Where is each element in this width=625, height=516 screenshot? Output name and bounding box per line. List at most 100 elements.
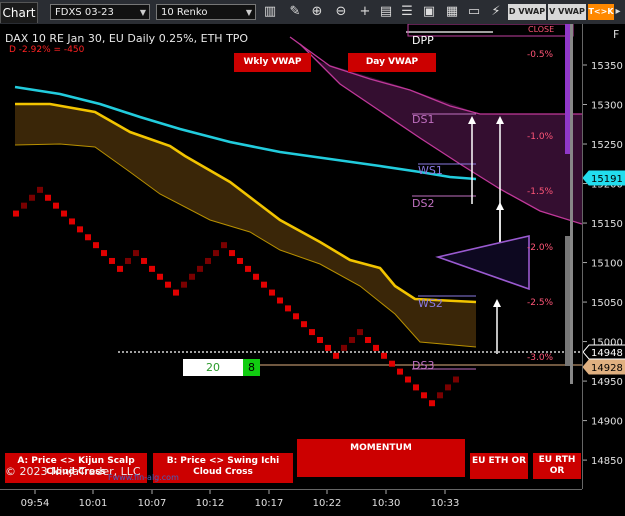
time-axis[interactable]: 09:54 10:01 10:07 10:12 10:17 10:22 10:30 10:33 bbox=[0, 489, 582, 512]
instrument-label: FDXS 03-23 bbox=[55, 7, 114, 18]
add-indicator-icon[interactable]: + bbox=[357, 4, 373, 20]
price-tick-label: 15300 bbox=[591, 101, 623, 112]
low-price-badge-text: 14928 bbox=[591, 363, 623, 374]
renko-brick bbox=[421, 392, 427, 399]
renko-brick bbox=[269, 289, 275, 296]
pivot-label-ds1: DS1 bbox=[412, 113, 435, 126]
price-panel[interactable]: -0.5% -1.0% -1.5% -2.0% -2.5% -3.0% DAX 10 RE… bbox=[0, 23, 583, 489]
renko-brick bbox=[277, 297, 283, 304]
renko-brick bbox=[341, 344, 347, 351]
time-tick-label: 10:12 bbox=[196, 498, 225, 509]
time-tick-label: 09:54 bbox=[21, 498, 50, 509]
renko-brick bbox=[53, 202, 59, 209]
renko-brick bbox=[173, 289, 179, 296]
renko-brick bbox=[325, 344, 331, 351]
time-tick-label: 10:07 bbox=[138, 498, 167, 509]
renko-brick bbox=[293, 313, 299, 320]
price-tick-label: 15050 bbox=[591, 298, 623, 309]
eu-rth-or-button[interactable]: EU RTH OR bbox=[533, 453, 581, 479]
renko-brick bbox=[189, 273, 195, 280]
renko-brick bbox=[229, 250, 235, 257]
renko-brick bbox=[109, 257, 115, 264]
percent-level-label: -0.5% bbox=[527, 50, 554, 60]
time-tick-label: 10:30 bbox=[372, 498, 401, 509]
renko-brick bbox=[445, 384, 451, 391]
renko-brick bbox=[317, 336, 323, 343]
layout-icon[interactable]: ▦ bbox=[444, 4, 460, 20]
renko-brick bbox=[141, 257, 147, 264]
window-linking-icon[interactable]: ▭ bbox=[466, 4, 482, 20]
renko-brick bbox=[261, 281, 267, 288]
daily-change: D -2.92% = -450 bbox=[9, 45, 85, 55]
time-tick-label: 10:33 bbox=[431, 498, 460, 509]
zoom-out-icon[interactable]: ⊖ bbox=[333, 4, 349, 20]
renko-brick bbox=[77, 226, 83, 233]
chart-tab[interactable]: Chart bbox=[0, 2, 38, 23]
bar-chart-icon[interactable]: ▥ bbox=[262, 4, 278, 20]
price-tick-label: 14850 bbox=[591, 456, 623, 467]
renko-brick bbox=[69, 218, 75, 225]
price-axis[interactable]: 1535015300152501520015150151001505015000… bbox=[582, 24, 625, 507]
flash-icon[interactable]: ⚡ bbox=[488, 4, 504, 20]
weekly-vwap-button[interactable]: Wkly VWAP bbox=[234, 53, 311, 72]
vvwap-button[interactable]: V VWAP bbox=[548, 4, 586, 20]
tk-button[interactable]: T<>K bbox=[588, 4, 614, 20]
chart-canvas: -0.5% -1.0% -1.5% -2.0% -2.5% -3.0% bbox=[13, 23, 583, 407]
eu-eth-or-button[interactable]: EU ETH OR bbox=[470, 453, 528, 479]
more-options-icon[interactable]: ▸ bbox=[612, 4, 624, 20]
renko-brick bbox=[45, 194, 51, 201]
renko-brick bbox=[333, 352, 339, 359]
strategy-icon[interactable]: ▤ bbox=[378, 4, 394, 20]
properties-icon[interactable]: ☰ bbox=[399, 4, 415, 20]
percent-level-label: -2.5% bbox=[527, 298, 554, 308]
signal-arrowhead bbox=[493, 299, 501, 307]
day-vwap-button[interactable]: Day VWAP bbox=[348, 53, 436, 72]
renko-brick bbox=[205, 257, 211, 264]
renko-brick bbox=[429, 400, 435, 407]
bar-type-selector[interactable]: 10 Renko ▼ bbox=[156, 4, 256, 20]
price-tick-label: 15350 bbox=[591, 61, 623, 72]
renko-brick bbox=[37, 186, 43, 193]
renko-brick bbox=[13, 210, 19, 217]
renko-brick bbox=[245, 265, 251, 272]
renko-brick bbox=[93, 242, 99, 249]
momentum-button[interactable]: MOMENTUM bbox=[297, 439, 465, 477]
renko-brick bbox=[301, 321, 307, 328]
renko-brick bbox=[21, 202, 27, 209]
chevron-down-icon: ▼ bbox=[245, 8, 252, 17]
bar-type-label: 10 Renko bbox=[161, 7, 208, 18]
image-icon[interactable]: ▣ bbox=[421, 4, 437, 20]
renko-brick bbox=[85, 234, 91, 241]
renko-brick bbox=[149, 265, 155, 272]
pivot-label-ds3: DS3 bbox=[412, 359, 435, 372]
close-label: CLOSE bbox=[528, 25, 555, 34]
percent-level-label: -2.0% bbox=[527, 243, 554, 253]
renko-brick bbox=[397, 368, 403, 375]
instrument-selector[interactable]: FDXS 03-23 ▼ bbox=[50, 4, 150, 20]
renko-brick bbox=[285, 305, 291, 312]
renko-brick bbox=[309, 329, 315, 336]
renko-brick bbox=[357, 329, 363, 336]
axis-settings-icon: F bbox=[613, 28, 619, 41]
scroll-track bbox=[570, 24, 573, 384]
renko-brick bbox=[389, 360, 395, 367]
vwap-price-badge-text: 15191 bbox=[591, 174, 623, 185]
chart-header: DAX 10 RE Jan 30, EU Daily 0.25%, ETH TP… bbox=[5, 32, 249, 45]
price-tick-label: 14900 bbox=[591, 417, 623, 428]
renko-brick bbox=[61, 210, 67, 217]
renko-brick bbox=[213, 250, 219, 257]
renko-brick bbox=[181, 281, 187, 288]
time-tick-label: 10:22 bbox=[313, 498, 342, 509]
draw-tool-icon[interactable]: ✎ bbox=[287, 4, 303, 20]
renko-brick bbox=[413, 384, 419, 391]
chart-toolbar: Chart FDXS 03-23 ▼ 10 Renko ▼ ▥ ✎ ⊕ ⊖ + … bbox=[0, 0, 625, 25]
dvwap-button[interactable]: D VWAP bbox=[508, 4, 546, 20]
renko-brick bbox=[381, 352, 387, 359]
renko-brick bbox=[349, 336, 355, 343]
renko-brick bbox=[197, 265, 203, 272]
signal-arrowhead bbox=[496, 202, 504, 210]
renko-brick bbox=[253, 273, 259, 280]
zoom-in-icon[interactable]: ⊕ bbox=[309, 4, 325, 20]
renko-brick bbox=[165, 281, 171, 288]
renko-brick bbox=[365, 336, 371, 343]
